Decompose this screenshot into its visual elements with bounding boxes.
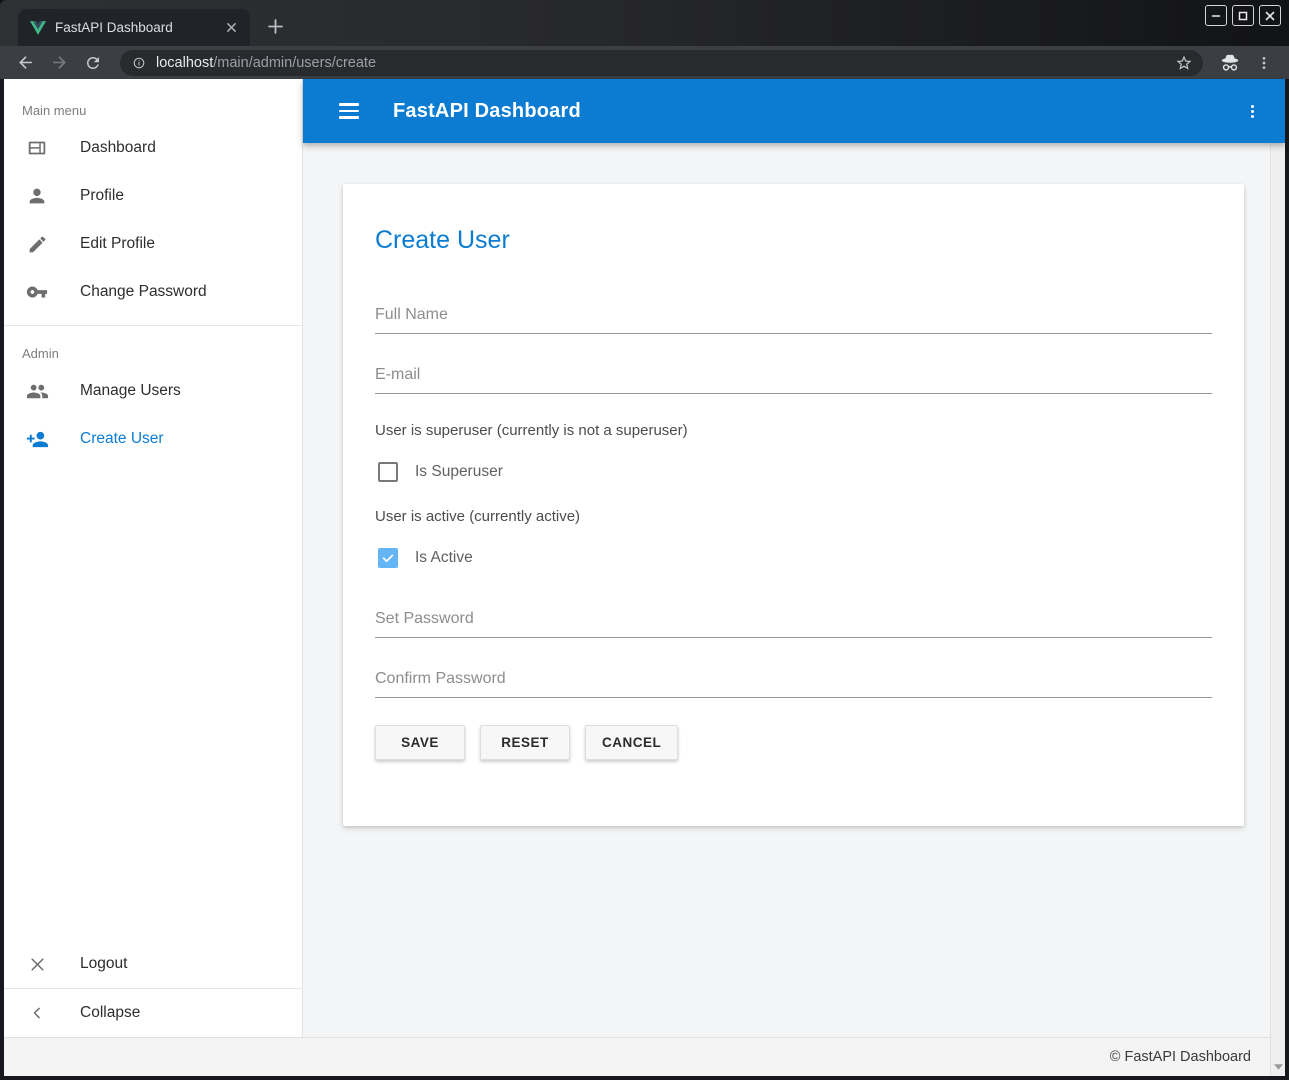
reset-button[interactable]: RESET <box>480 725 570 760</box>
group-icon <box>25 379 49 403</box>
set-password-field-wrap <box>375 608 1212 638</box>
full-name-input[interactable] <box>375 304 1212 334</box>
url-path: /main/admin/users/create <box>213 55 376 71</box>
copyright-text: © FastAPI Dashboard <box>1110 1049 1251 1065</box>
menu-hamburger-icon[interactable] <box>339 99 363 123</box>
confirm-password-field-wrap <box>375 668 1212 698</box>
page-scrollbar[interactable] <box>1270 79 1285 1076</box>
person-add-icon <box>25 427 49 451</box>
sidebar-item-logout[interactable]: Logout <box>4 940 302 988</box>
sidebar-item-create-user[interactable]: Create User <box>4 415 302 463</box>
active-checkbox-label: Is Active <box>415 549 473 567</box>
url-host: localhost <box>156 55 213 71</box>
cancel-button[interactable]: CANCEL <box>585 725 678 760</box>
back-icon[interactable] <box>12 50 38 76</box>
tab-title: FastAPI Dashboard <box>55 20 213 35</box>
pencil-icon <box>25 232 49 256</box>
sidebar-section-main-menu: Main menu <box>4 79 302 124</box>
sidebar-item-label: Collapse <box>80 1004 140 1022</box>
sidebar-spacer <box>4 463 302 940</box>
sidebar-section-admin: Admin <box>4 326 302 367</box>
confirm-password-input[interactable] <box>375 668 1212 698</box>
page-footer: © FastAPI Dashboard <box>4 1037 1285 1076</box>
sidebar-item-change-password[interactable]: Change Password <box>4 268 302 316</box>
tab-close-icon[interactable] <box>222 19 240 37</box>
bookmark-star-icon[interactable] <box>1175 54 1193 72</box>
sidebar-item-label: Dashboard <box>80 139 156 157</box>
window-controls <box>1205 5 1281 26</box>
person-icon <box>25 184 49 208</box>
scroll-down-icon[interactable] <box>1271 1060 1285 1074</box>
app-menu-kebab-icon[interactable] <box>1239 98 1265 124</box>
superuser-checkbox-label: Is Superuser <box>415 463 503 481</box>
window-minimize-button[interactable] <box>1205 5 1227 26</box>
dashboard-icon <box>25 136 49 160</box>
forward-icon[interactable] <box>46 50 72 76</box>
app-viewport: Main menu Dashboard Profile <box>4 79 1285 1076</box>
sidebar-item-label: Edit Profile <box>80 235 155 253</box>
superuser-checkbox[interactable] <box>378 462 398 482</box>
key-icon <box>25 280 49 304</box>
sidebar-item-manage-users[interactable]: Manage Users <box>4 367 302 415</box>
main-area: FastAPI Dashboard Create User <box>303 79 1285 1037</box>
sidebar-item-label: Change Password <box>80 283 207 301</box>
new-tab-button[interactable] <box>262 13 288 39</box>
sidebar-item-label: Profile <box>80 187 124 205</box>
sidebar-item-profile[interactable]: Profile <box>4 172 302 220</box>
window-maximize-button[interactable] <box>1232 5 1254 26</box>
sidebar-item-collapse[interactable]: Collapse <box>4 989 302 1037</box>
active-checkbox[interactable] <box>378 548 398 568</box>
address-bar[interactable]: localhost/main/admin/users/create <box>120 50 1203 76</box>
active-hint: User is active (currently active) <box>375 508 1212 525</box>
save-button[interactable]: SAVE <box>375 725 465 760</box>
browser-tab-strip: FastAPI Dashboard <box>0 0 1289 46</box>
full-name-field-wrap <box>375 304 1212 334</box>
window-close-button[interactable] <box>1259 5 1281 26</box>
sidebar: Main menu Dashboard Profile <box>4 79 303 1037</box>
page-content: Create User User is superuser (currently… <box>303 143 1285 1037</box>
app-title: FastAPI Dashboard <box>393 100 581 123</box>
sidebar-item-label: Logout <box>80 955 127 973</box>
browser-window: FastAPI Dashboard <box>0 0 1289 1080</box>
browser-toolbar: localhost/main/admin/users/create <box>0 46 1289 79</box>
sidebar-item-label: Manage Users <box>80 382 181 400</box>
url-text: localhost/main/admin/users/create <box>156 55 376 71</box>
vue-favicon-icon <box>30 21 46 35</box>
email-field-wrap <box>375 364 1212 394</box>
site-info-icon[interactable] <box>132 56 146 70</box>
browser-tab[interactable]: FastAPI Dashboard <box>18 9 250 46</box>
create-user-card: Create User User is superuser (currently… <box>343 184 1244 826</box>
superuser-checkbox-row[interactable]: Is Superuser <box>375 462 1212 482</box>
sidebar-item-dashboard[interactable]: Dashboard <box>4 124 302 172</box>
active-checkbox-row[interactable]: Is Active <box>375 548 1212 568</box>
app-header: FastAPI Dashboard <box>303 79 1285 143</box>
browser-menu-icon[interactable] <box>1251 50 1277 76</box>
reload-icon[interactable] <box>80 50 106 76</box>
superuser-hint: User is superuser (currently is not a su… <box>375 422 1212 439</box>
set-password-input[interactable] <box>375 608 1212 638</box>
form-actions: SAVE RESET CANCEL <box>375 725 1212 760</box>
page-title: Create User <box>375 226 1212 254</box>
email-input[interactable] <box>375 364 1212 394</box>
sidebar-item-label: Create User <box>80 430 164 448</box>
chevron-left-icon <box>25 1001 49 1025</box>
sidebar-item-edit-profile[interactable]: Edit Profile <box>4 220 302 268</box>
close-icon <box>25 952 49 976</box>
incognito-icon <box>1217 50 1243 76</box>
